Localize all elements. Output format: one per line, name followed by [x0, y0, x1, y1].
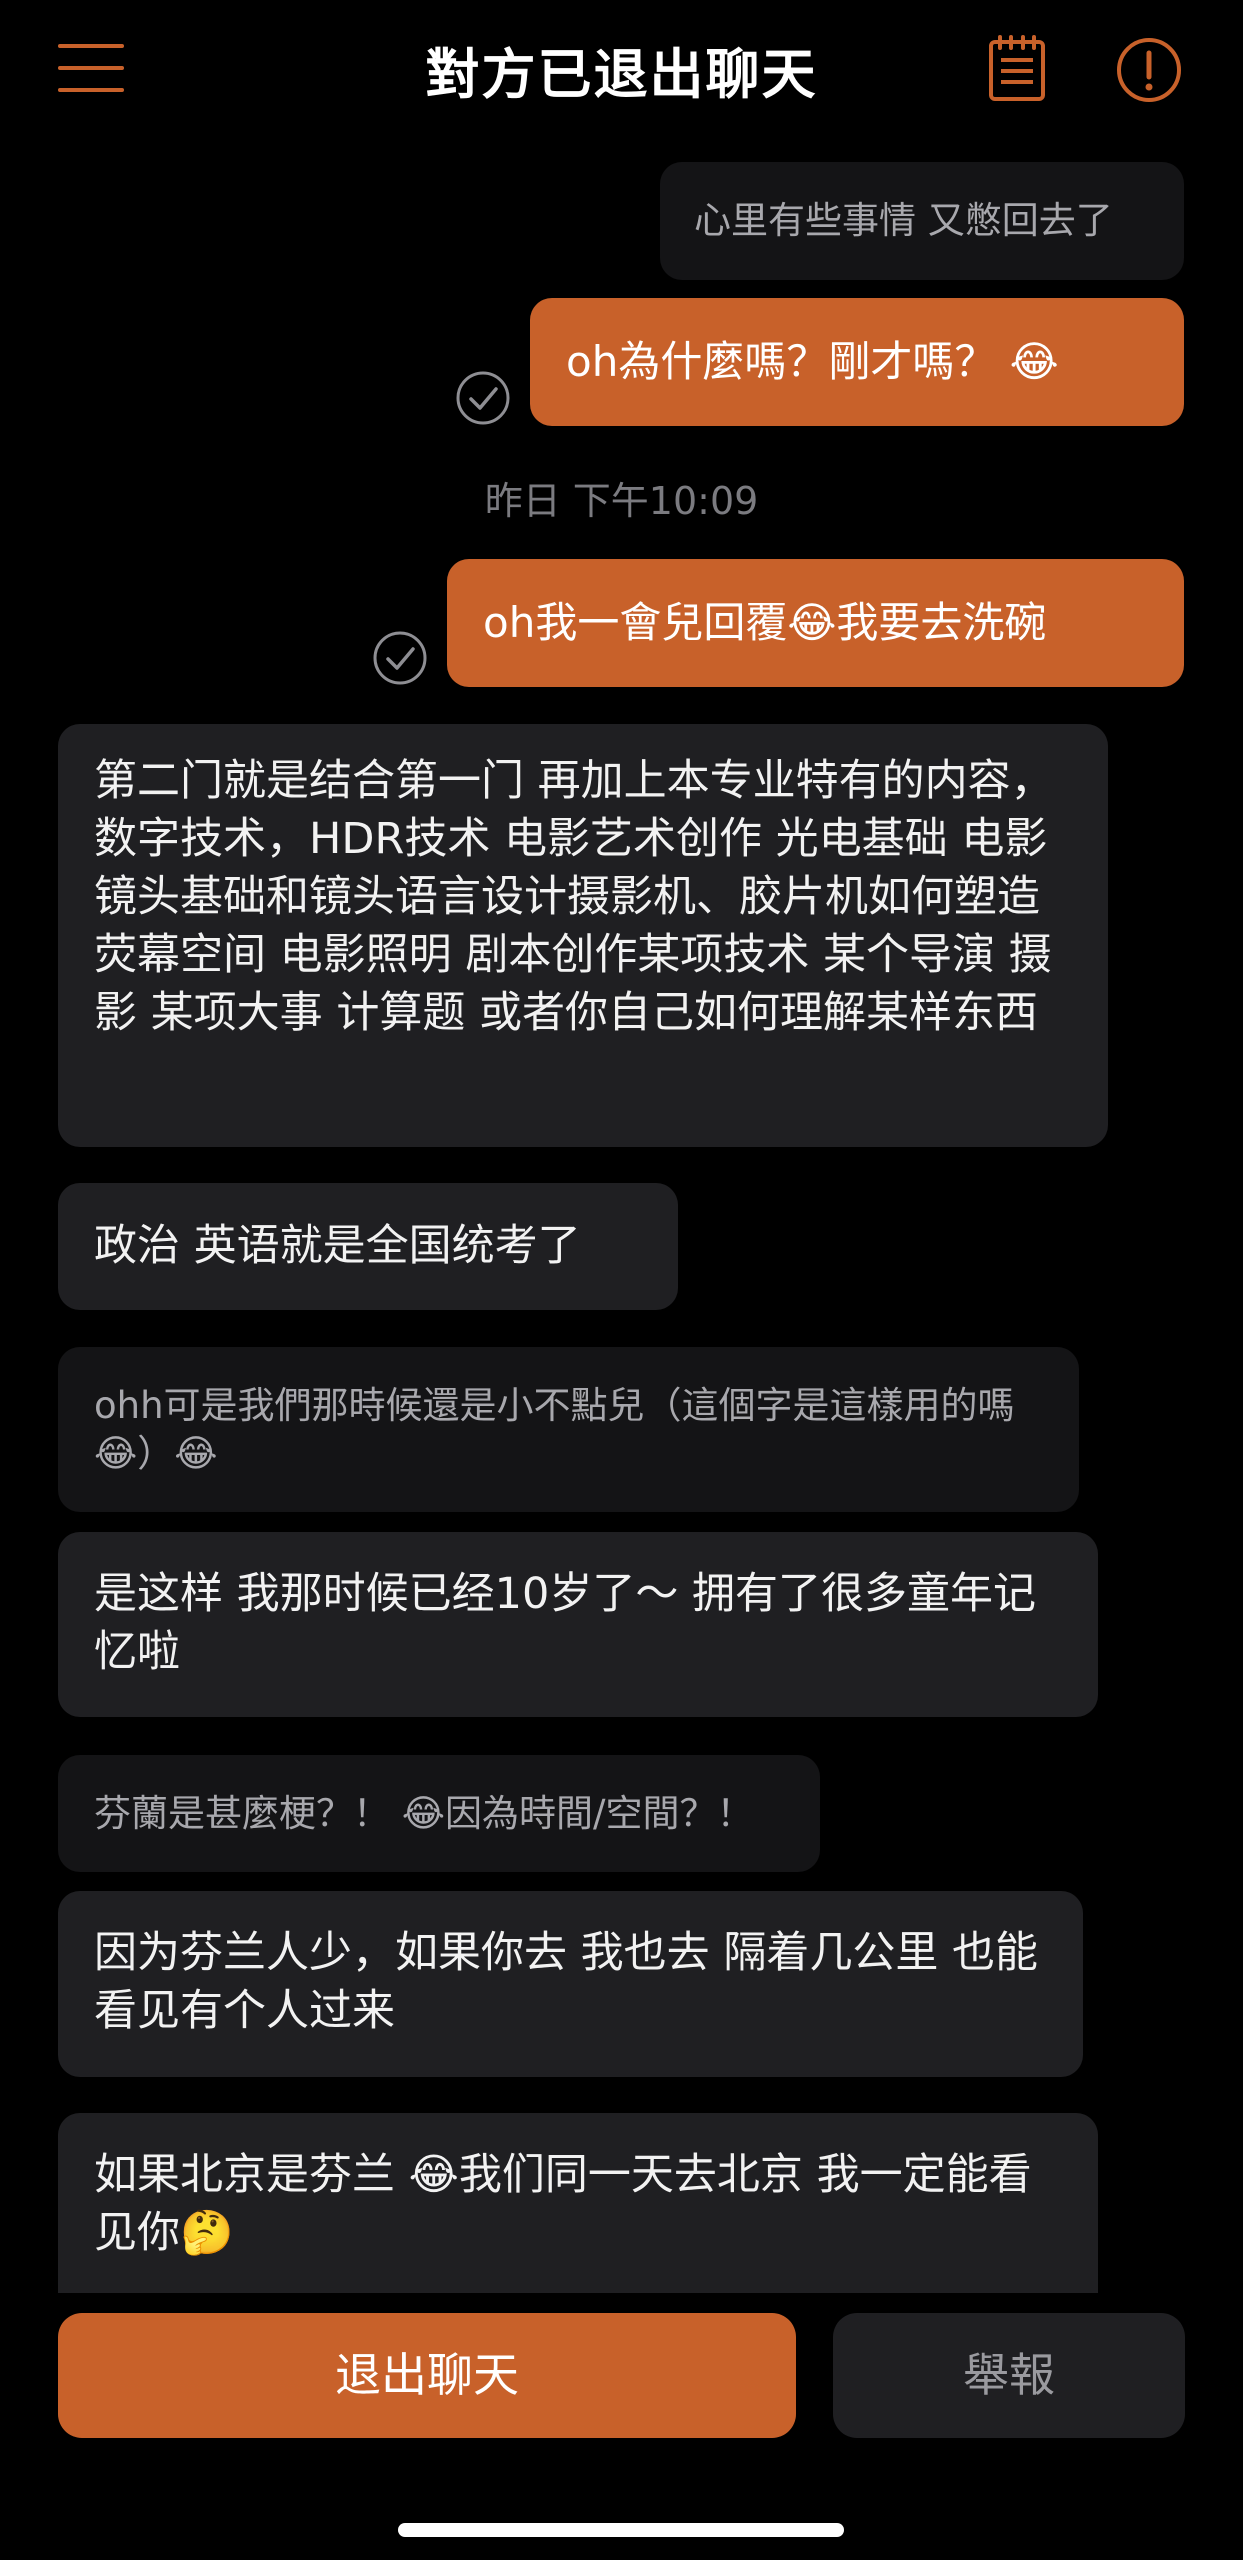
- other-message-bubble[interactable]: 政治 英语就是全国统考了: [58, 1183, 678, 1310]
- sent-check-icon: [455, 370, 511, 426]
- message-text: 政治 英语就是全国统考了: [94, 1221, 581, 1271]
- message-timestamp: 昨日 下午10:09: [484, 479, 759, 523]
- exit-chat-button[interactable]: 退出聊天: [58, 2313, 796, 2438]
- other-message-bubble[interactable]: 因为芬兰人少，如果你去 我也去 隔着几公里 也能看见有个人过来: [58, 1891, 1083, 2077]
- message-text: oh我一會兒回覆😂我要去洗碗: [483, 598, 1047, 647]
- message-text: 如果北京是芬兰 😂我们同一天去北京 我一定能看见你🤔: [94, 2150, 1032, 2258]
- message-text: oh為什麼嗎？剛才嗎？ 😂: [566, 337, 1059, 386]
- message-text: 因为芬兰人少，如果你去 我也去 隔着几公里 也能看见有个人过来: [94, 1928, 1039, 2036]
- my-message-bubble[interactable]: oh我一會兒回覆😂我要去洗碗: [447, 559, 1184, 687]
- exclamation-circle-icon[interactable]: [1115, 36, 1183, 104]
- my-message-bubble[interactable]: oh為什麼嗎？剛才嗎？ 😂: [530, 298, 1184, 426]
- message-text: 心里有些事情 又憋回去了: [694, 199, 1113, 242]
- other-message-bubble[interactable]: 如果北京是芬兰 😂我们同一天去北京 我一定能看见你🤔: [58, 2113, 1098, 2293]
- chat-header: 對方已退出聊天: [0, 0, 1243, 140]
- message-text: ohh可是我們那時候還是小不點兒（這個字是這樣用的嗎😂）😂: [94, 1384, 1015, 1475]
- page-title: 對方已退出聊天: [425, 43, 818, 106]
- message-text: 芬蘭是甚麼梗？！ 😂因為時間/空間？！: [94, 1792, 754, 1835]
- other-message-bubble[interactable]: 是这样 我那时候已经10岁了～ 拥有了很多童年记忆啦: [58, 1532, 1098, 1717]
- sent-check-icon: [372, 630, 428, 686]
- system-message: 心里有些事情 又憋回去了: [660, 162, 1184, 280]
- home-indicator[interactable]: [398, 2523, 844, 2537]
- system-message: 芬蘭是甚麼梗？！ 😂因為時間/空間？！: [58, 1755, 820, 1872]
- message-text: 是这样 我那时候已经10岁了～ 拥有了很多童年记忆啦: [94, 1569, 1037, 1677]
- message-text: 第二门就是结合第一门 再加上本专业特有的内容，数字技术，HDR技术 电影艺术创作…: [94, 756, 1054, 1038]
- system-message: ohh可是我們那時候還是小不點兒（這個字是這樣用的嗎😂）😂: [58, 1347, 1079, 1512]
- report-button[interactable]: 舉報: [833, 2313, 1185, 2438]
- notepad-icon[interactable]: [988, 34, 1046, 102]
- other-message-bubble[interactable]: 第二门就是结合第一门 再加上本专业特有的内容，数字技术，HDR技术 电影艺术创作…: [58, 724, 1108, 1147]
